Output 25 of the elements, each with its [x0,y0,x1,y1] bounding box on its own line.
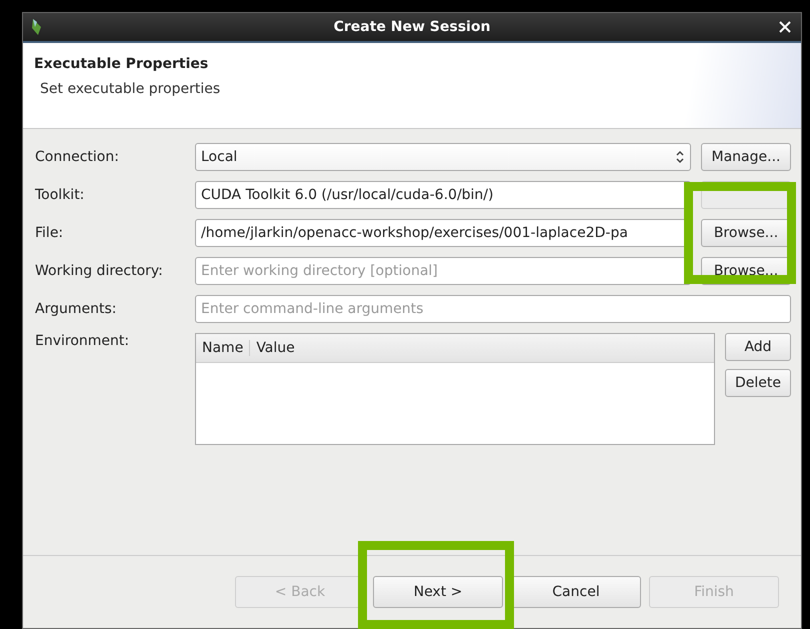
column-header[interactable]: Value [249,340,301,356]
input-field[interactable]: CUDA Toolkit 6.0 (/usr/local/cuda-6.0/bin/) [195,181,691,209]
field-label: Environment: [35,333,130,349]
dropdown-value: Local [201,149,238,165]
column-header[interactable]: Name [196,340,250,356]
field-label: Toolkit: [35,187,86,203]
input-field[interactable]: Enter working directory [optional] [195,257,691,285]
browse-button[interactable]: Manage... [701,143,791,171]
field-label: Arguments: [35,301,118,317]
field-label: Connection: [35,149,120,165]
connection-dropdown[interactable]: Local [195,143,691,171]
table-action-button[interactable]: Delete [725,369,791,397]
window-title: Create New Session [334,19,490,35]
spinner-icon [675,150,685,164]
app-logo-icon [31,18,43,36]
environment-table[interactable]: Name Value [195,333,715,445]
field-label: Working directory: [35,263,164,279]
wizard-button[interactable]: Next > [373,576,503,608]
page-subtitle: Set executable properties [40,81,220,97]
input-field[interactable]: Enter command-line arguments [195,295,791,323]
close-icon[interactable] [779,21,791,33]
wizard-button[interactable]: Cancel [511,576,641,608]
field-label: File: [35,225,64,241]
page-title: Executable Properties [34,56,208,72]
table-action-button[interactable]: Add [725,333,791,361]
